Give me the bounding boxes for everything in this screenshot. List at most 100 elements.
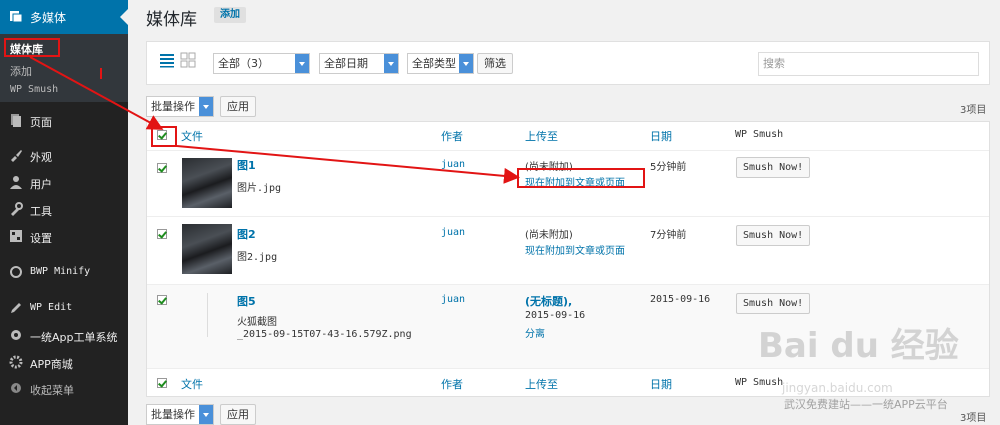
attach-link[interactable]: 现在附加到文章或页面 <box>525 242 625 257</box>
menu-app-store-label: APP商城 <box>30 358 73 371</box>
current-menu-arrow <box>120 9 128 25</box>
menu-settings[interactable]: 设置 <box>0 226 128 248</box>
menu-media-label: 多媒体 <box>30 11 67 25</box>
cog-icon <box>9 355 23 369</box>
annotation-box-select-all <box>151 126 177 147</box>
wrench-icon <box>11 202 23 216</box>
add-new-button[interactable]: 添加 <box>214 7 246 23</box>
chevron-down-icon <box>384 54 398 73</box>
column-author-footer[interactable]: 作者 <box>441 376 463 392</box>
filter-all-value: 全部（3） <box>218 57 269 70</box>
apply-button-bottom[interactable]: 应用 <box>220 404 256 425</box>
menu-pages[interactable]: 页面 <box>0 110 128 132</box>
item-count-bottom: 3项目 <box>960 413 987 424</box>
row-checkbox[interactable] <box>157 295 167 305</box>
media-filename: 图2.jpg <box>237 252 278 263</box>
author-link[interactable]: juan <box>441 159 465 170</box>
menu-bwp-minify[interactable]: BWP Minify <box>0 262 128 284</box>
filter-type-value: 全部类型 <box>412 57 456 70</box>
media-title-link[interactable]: 图2 <box>237 226 256 242</box>
column-author[interactable]: 作者 <box>441 128 463 144</box>
row-checkbox[interactable] <box>157 229 167 239</box>
chevron-down-icon <box>459 54 473 73</box>
attached-post-link[interactable]: (无标题), <box>525 293 572 309</box>
filter-date-value: 全部日期 <box>324 57 368 70</box>
menu-wp-edit[interactable]: WP Edit <box>0 298 128 320</box>
column-wp-smush: WP Smush <box>735 129 784 140</box>
user-icon <box>10 176 22 189</box>
smush-now-button[interactable]: Smush Now! <box>736 157 811 178</box>
grid-view-icon[interactable] <box>180 52 196 68</box>
chevron-down-icon <box>295 54 309 73</box>
row-checkbox[interactable] <box>157 163 167 173</box>
chevron-down-icon <box>199 405 213 424</box>
media-thumbnail[interactable] <box>182 224 232 274</box>
circle-icon <box>10 266 22 278</box>
bulk-actions-select-top[interactable]: 批量操作 <box>146 96 214 117</box>
menu-tools-label: 工具 <box>30 205 52 218</box>
page-title: 媒体库 <box>146 10 197 30</box>
search-placeholder: 搜索 <box>763 57 785 70</box>
column-file-footer[interactable]: 文件 <box>181 376 203 392</box>
annotation-box-library <box>4 38 60 57</box>
bulk-actions-select-bottom[interactable]: 批量操作 <box>146 404 214 425</box>
smush-now-button[interactable]: Smush Now! <box>736 293 811 314</box>
author-link[interactable]: juan <box>441 294 465 305</box>
media-title-link[interactable]: 图5 <box>237 293 256 309</box>
item-count-top: 3项目 <box>960 105 987 116</box>
media-thumbnail[interactable] <box>182 158 232 208</box>
menu-bwp-minify-label: BWP Minify <box>30 266 91 277</box>
column-date[interactable]: 日期 <box>650 128 672 144</box>
select-all-checkbox-footer[interactable] <box>157 378 167 388</box>
column-uploaded-to[interactable]: 上传至 <box>525 128 558 144</box>
media-date: 5分钟前 <box>650 162 687 173</box>
attached-post-date: 2015-09-16 <box>525 310 586 321</box>
search-input[interactable]: 搜索 <box>758 52 979 76</box>
media-filename-suffix: _2015-09-15T07-43-16.579Z.png <box>237 329 412 340</box>
collapse-icon <box>11 383 21 393</box>
menu-media[interactable]: 多媒体 <box>0 0 128 34</box>
annotation-cursor-mark <box>100 68 102 79</box>
column-uploaded-to-footer[interactable]: 上传至 <box>525 376 558 392</box>
smush-now-button[interactable]: Smush Now! <box>736 225 811 246</box>
filter-button[interactable]: 筛选 <box>477 53 513 74</box>
annotation-box-attach-link <box>517 168 645 188</box>
menu-app-store[interactable]: APP商城 <box>0 352 128 374</box>
submenu-wp-smush[interactable]: WP Smush <box>10 84 58 95</box>
menu-tools[interactable]: 工具 <box>0 199 128 221</box>
detach-link[interactable]: 分离 <box>525 325 545 340</box>
media-title-link[interactable]: 图1 <box>237 157 256 173</box>
submenu-add[interactable]: 添加 <box>10 63 32 79</box>
menu-collapse[interactable]: 收起菜单 <box>0 378 128 400</box>
brush-icon <box>11 150 22 162</box>
menu-ticket-system[interactable]: 一统App工单系统 <box>0 325 128 347</box>
settings-grid-icon <box>10 230 22 242</box>
column-date-footer[interactable]: 日期 <box>650 376 672 392</box>
media-filename: 图片.jpg <box>237 183 282 194</box>
column-wp-smush-footer: WP Smush <box>735 377 784 388</box>
filter-type-select[interactable]: 全部类型 <box>407 53 474 74</box>
media-icon <box>10 11 23 23</box>
menu-pages-label: 页面 <box>30 116 52 129</box>
thumbnail-placeholder <box>207 293 208 337</box>
media-date: 7分钟前 <box>650 230 687 241</box>
watermark-url: jingyan.baidu.com <box>782 381 893 395</box>
author-link[interactable]: juan <box>441 227 465 238</box>
menu-appearance[interactable]: 外观 <box>0 145 128 167</box>
column-file[interactable]: 文件 <box>181 128 203 144</box>
filter-date-select[interactable]: 全部日期 <box>319 53 399 74</box>
menu-users[interactable]: 用户 <box>0 172 128 194</box>
menu-appearance-label: 外观 <box>30 151 52 164</box>
gear-icon <box>11 330 21 340</box>
menu-users-label: 用户 <box>30 178 52 191</box>
list-view-icon[interactable] <box>159 52 175 68</box>
filter-bar: 全部（3） 全部日期 全部类型 筛选 搜索 <box>146 41 990 85</box>
pencil-icon <box>11 303 21 313</box>
apply-button-top[interactable]: 应用 <box>220 96 256 117</box>
menu-ticket-system-label: 一统App工单系统 <box>30 331 118 344</box>
filter-all-select[interactable]: 全部（3） <box>213 53 310 74</box>
pages-icon <box>11 114 21 127</box>
bulk-actions-value: 批量操作 <box>151 100 195 113</box>
table-row: 图2 图2.jpg juan (尚未附加) 现在附加到文章或页面 7分钟前 Sm… <box>147 216 989 285</box>
bulk-actions-value-bottom: 批量操作 <box>151 408 195 421</box>
